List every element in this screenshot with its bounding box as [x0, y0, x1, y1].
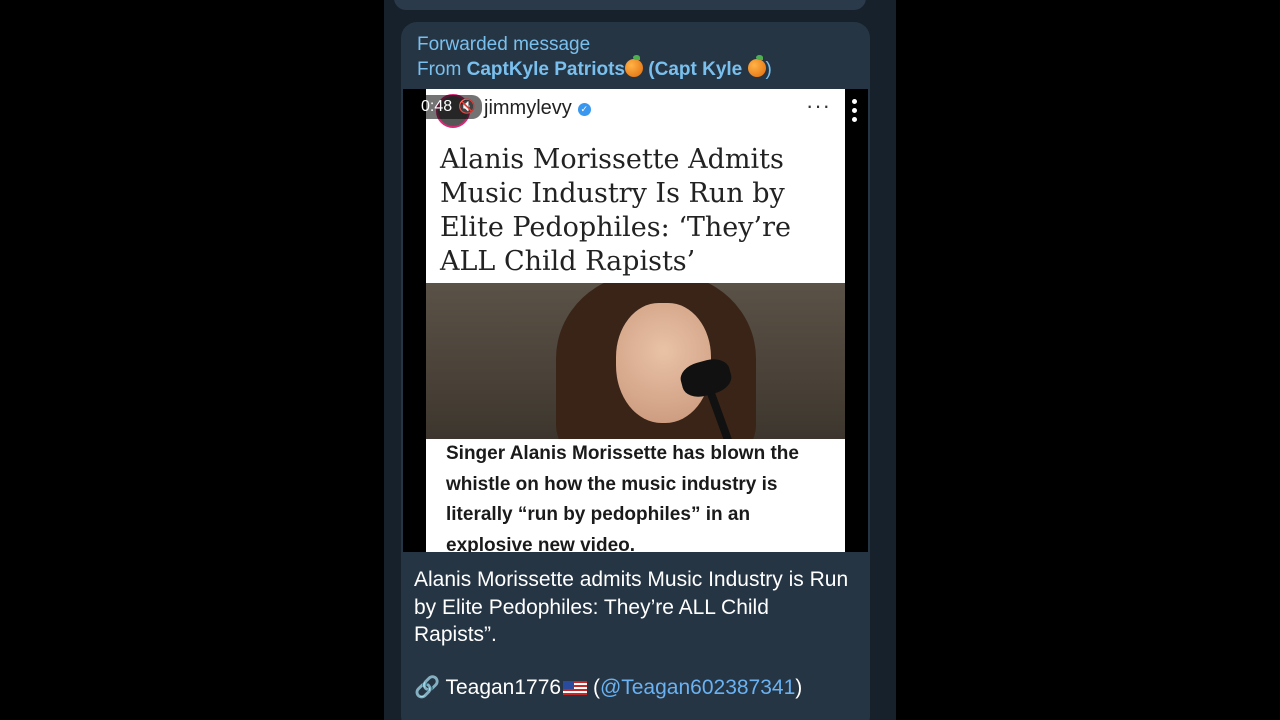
article-photo	[426, 283, 845, 439]
video-player[interactable]: jimmylevy ✓ ··· 0:48 🔇 Alanis Morissette A…	[403, 89, 868, 552]
from-close: )	[765, 59, 772, 80]
verified-badge-icon: ✓	[577, 103, 591, 116]
article-caption: Singer Alanis Morissette has blown the w…	[426, 439, 845, 552]
instagram-post-header: jimmylevy ✓ ···	[426, 89, 845, 135]
source-handle-open: (	[592, 676, 600, 699]
from-prefix: From	[417, 59, 467, 80]
forwarded-label: Forwarded message	[417, 34, 591, 55]
from-author[interactable]: (Capt Kyle	[648, 59, 742, 80]
tangerine-emoji-icon	[747, 55, 766, 77]
source-handle-close: )	[795, 676, 803, 699]
more-options-icon: ···	[806, 93, 831, 118]
message-text: Alanis Morissette admits Music Industry …	[414, 568, 849, 646]
forwarded-message-bubble[interactable]: Forwarded message From CaptKyle Patriots…	[401, 22, 870, 720]
tangerine-emoji-icon	[624, 55, 643, 77]
message-source: 🔗 Teagan1776 (@Teagan602387341)	[414, 676, 802, 700]
video-duration-badge[interactable]: 0:48 🔇	[415, 95, 482, 119]
instagram-username: jimmylevy	[484, 97, 572, 119]
previous-message-bubble[interactable]	[394, 0, 866, 10]
from-channel[interactable]: CaptKyle Patriots	[467, 59, 625, 80]
video-duration: 0:48	[421, 98, 453, 115]
forwarded-from[interactable]: From CaptKyle Patriots (Capt Kyle )	[417, 55, 772, 81]
speaker-muted-icon[interactable]: 🔇	[458, 98, 475, 115]
us-flag-icon	[563, 681, 588, 695]
article-headline: Alanis Morissette Admits Music Industry …	[426, 135, 845, 283]
source-mention-link[interactable]: @Teagan602387341	[600, 676, 795, 699]
source-name: Teagan1776	[445, 676, 562, 699]
video-menu-icon[interactable]	[852, 99, 858, 129]
telegram-chat-view: Forwarded message From CaptKyle Patriots…	[384, 0, 896, 720]
link-icon: 🔗	[414, 676, 441, 699]
